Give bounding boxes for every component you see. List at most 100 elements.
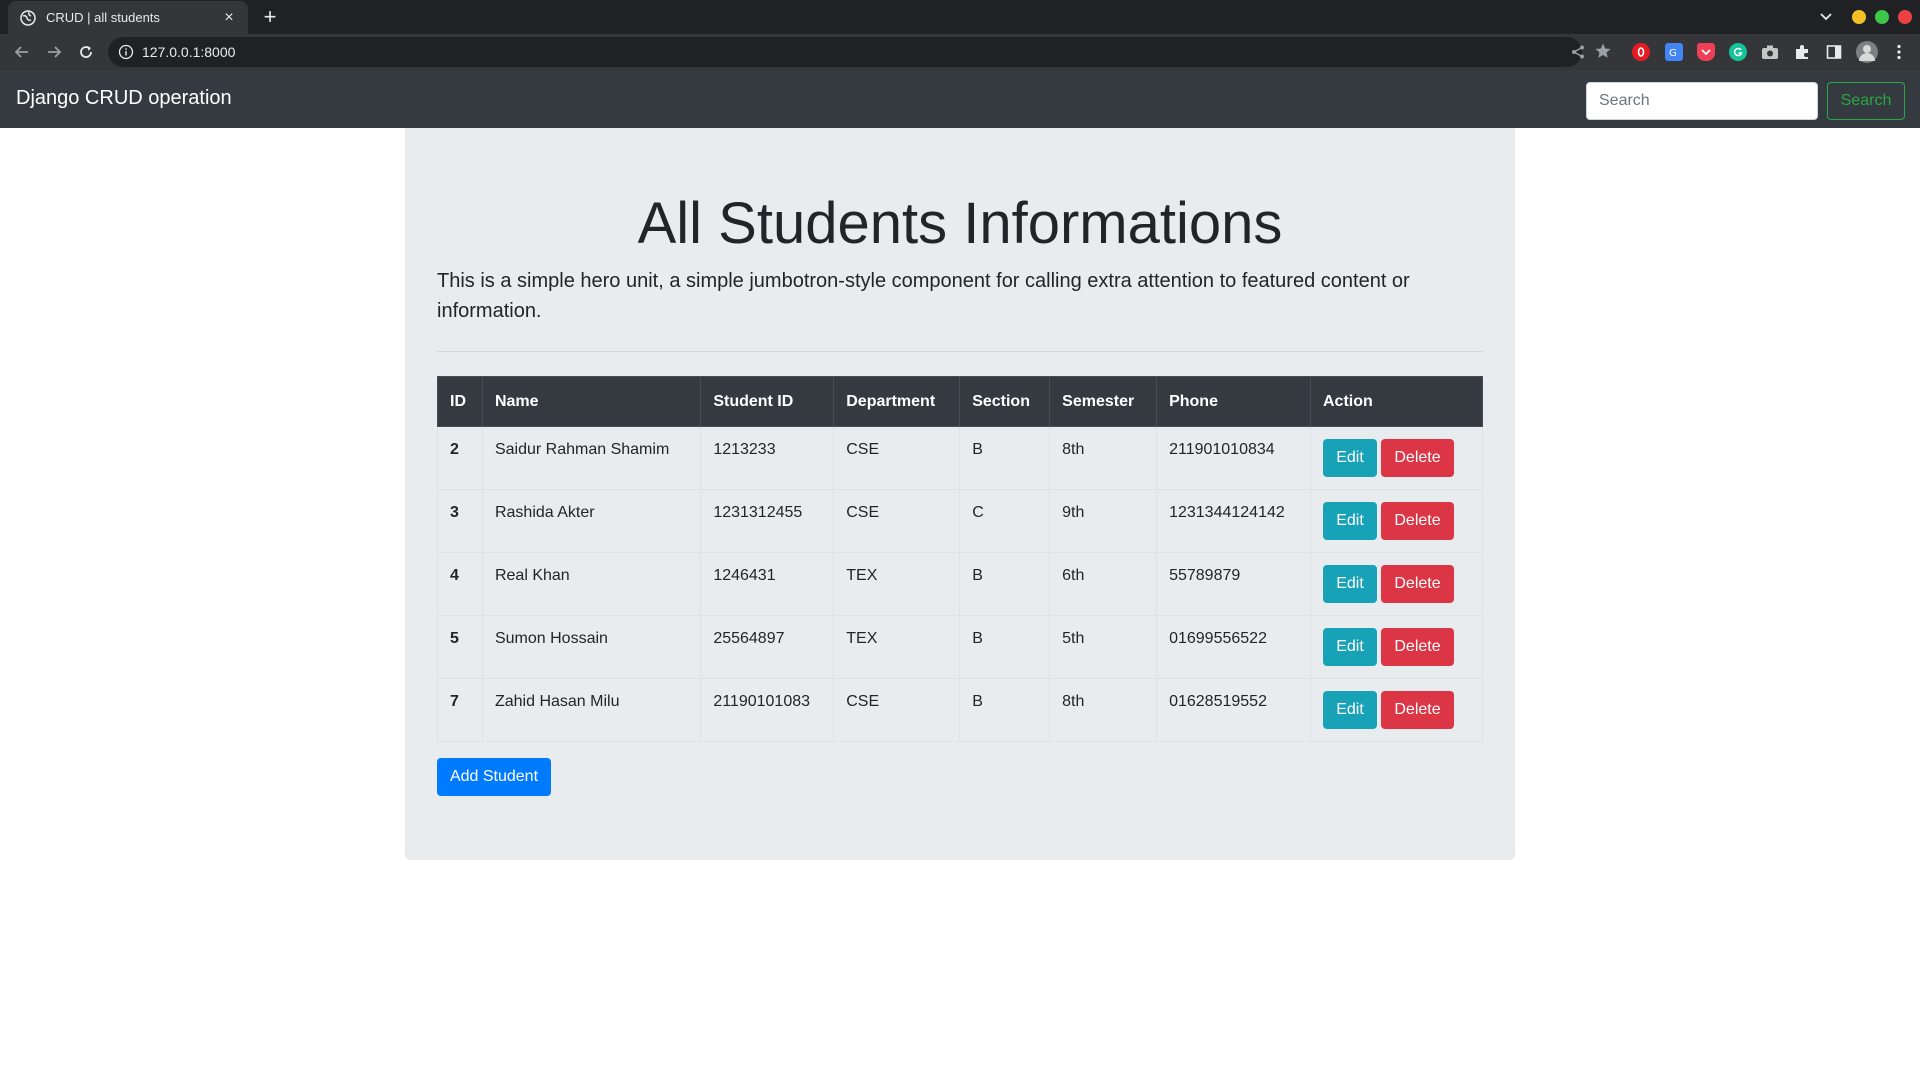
minimize-window-icon[interactable]: [1852, 10, 1866, 24]
profile-avatar-icon[interactable]: [1856, 41, 1878, 63]
back-arrow-icon[interactable]: [12, 42, 32, 62]
pocket-extension-icon[interactable]: [1697, 43, 1715, 61]
cell-department: CSE: [833, 489, 961, 553]
grammarly-extension-icon[interactable]: [1729, 43, 1747, 61]
cell-student-id: 1231312455: [700, 489, 835, 553]
jumbotron: All Students Informations This is a simp…: [405, 128, 1515, 860]
globe-icon: [20, 9, 36, 26]
cell-semester: 6th: [1049, 552, 1158, 616]
divider: [437, 351, 1483, 352]
cell-action: Edit Delete: [1310, 426, 1483, 490]
tab-title: CRUD | all students: [46, 10, 160, 25]
cell-department: CSE: [833, 678, 961, 742]
reload-icon[interactable]: [76, 42, 96, 62]
delete-button[interactable]: Delete: [1381, 565, 1454, 603]
delete-button[interactable]: Delete: [1381, 691, 1454, 729]
table-row: 4 Real Khan 1246431 TEX B 6th 55789879 E…: [437, 552, 1483, 616]
column-header-id: ID: [437, 376, 483, 427]
cell-action: Edit Delete: [1310, 678, 1483, 742]
address-bar[interactable]: 127.0.0.1:8000: [108, 37, 1584, 67]
cell-name: Rashida Akter: [481, 489, 702, 553]
column-header-semester: Semester: [1049, 376, 1158, 427]
column-header-action: Action: [1310, 376, 1483, 427]
cell-section: C: [959, 489, 1051, 553]
cell-phone: 01628519552: [1156, 678, 1311, 742]
close-window-icon[interactable]: [1898, 10, 1912, 24]
browser-tabstrip: CRUD | all students × +: [0, 0, 1920, 34]
cell-department: TEX: [833, 615, 961, 679]
maximize-window-icon[interactable]: [1875, 10, 1889, 24]
cell-phone: 01699556522: [1156, 615, 1311, 679]
cell-department: CSE: [833, 426, 961, 490]
cell-student-id: 1213233: [700, 426, 835, 490]
cell-section: B: [959, 678, 1051, 742]
cell-action: Edit Delete: [1310, 615, 1483, 679]
column-header-name: Name: [481, 376, 702, 427]
cell-id: 4: [437, 552, 483, 616]
cell-department: TEX: [833, 552, 961, 616]
side-panel-icon[interactable]: [1825, 43, 1843, 61]
column-header-phone: Phone: [1156, 376, 1311, 427]
edit-button[interactable]: Edit: [1323, 502, 1377, 540]
cell-phone: 211901010834: [1156, 426, 1311, 490]
cell-id: 7: [437, 678, 483, 742]
cell-section: B: [959, 426, 1051, 490]
students-table: ID Name Student ID Department Section Se…: [437, 376, 1483, 742]
new-tab-icon[interactable]: +: [258, 5, 282, 29]
opera-extension-icon[interactable]: [1632, 43, 1650, 61]
table-header-row: ID Name Student ID Department Section Se…: [437, 376, 1483, 427]
search-input[interactable]: [1586, 82, 1818, 120]
edit-button[interactable]: Edit: [1323, 691, 1377, 729]
table-row: 7 Zahid Hasan Milu 21190101083 CSE B 8th…: [437, 678, 1483, 742]
svg-text:G: G: [1669, 48, 1677, 58]
table-row: 3 Rashida Akter 1231312455 CSE C 9th 123…: [437, 489, 1483, 553]
page-title: All Students Informations: [637, 191, 1283, 256]
cell-semester: 5th: [1049, 615, 1158, 679]
cell-student-id: 25564897: [700, 615, 835, 679]
cell-semester: 9th: [1049, 489, 1158, 553]
translate-extension-icon[interactable]: G: [1665, 43, 1683, 61]
puzzle-extensions-icon[interactable]: [1793, 43, 1811, 61]
chevron-down-icon[interactable]: [1816, 8, 1836, 26]
cell-section: B: [959, 615, 1051, 679]
cell-id: 3: [437, 489, 483, 553]
cell-student-id: 21190101083: [700, 678, 835, 742]
edit-button[interactable]: Edit: [1323, 628, 1377, 666]
edit-button[interactable]: Edit: [1323, 439, 1377, 477]
camera-extension-icon[interactable]: [1761, 43, 1779, 61]
cell-student-id: 1246431: [700, 552, 835, 616]
cell-phone: 1231344124142: [1156, 489, 1311, 553]
close-tab-icon[interactable]: ×: [220, 9, 238, 27]
navbar-brand[interactable]: Django CRUD operation: [16, 87, 232, 110]
url-text: 127.0.0.1:8000: [142, 44, 236, 60]
browser-tab[interactable]: CRUD | all students ×: [8, 1, 248, 34]
forward-arrow-icon[interactable]: [44, 42, 64, 62]
cell-name: Zahid Hasan Milu: [481, 678, 702, 742]
cell-name: Real Khan: [481, 552, 702, 616]
cell-action: Edit Delete: [1310, 489, 1483, 553]
site-navbar: Django CRUD operation Search: [0, 70, 1920, 128]
lead-text: This is a simple hero unit, a simple jum…: [437, 270, 1410, 322]
share-icon[interactable]: [1570, 44, 1586, 60]
table-row: 2 Saidur Rahman Shamim 1213233 CSE B 8th…: [437, 426, 1483, 490]
table-row: 5 Sumon Hossain 25564897 TEX B 5th 01699…: [437, 615, 1483, 679]
cell-name: Saidur Rahman Shamim: [481, 426, 702, 490]
add-student-button[interactable]: Add Student: [437, 758, 551, 796]
column-header-student-id: Student ID: [700, 376, 835, 427]
cell-id: 2: [437, 426, 483, 490]
cell-action: Edit Delete: [1310, 552, 1483, 616]
edit-button[interactable]: Edit: [1323, 565, 1377, 603]
search-button[interactable]: Search: [1827, 82, 1905, 120]
cell-section: B: [959, 552, 1051, 616]
delete-button[interactable]: Delete: [1381, 628, 1454, 666]
delete-button[interactable]: Delete: [1381, 439, 1454, 477]
cell-name: Sumon Hossain: [481, 615, 702, 679]
star-icon[interactable]: [1594, 42, 1611, 58]
kebab-menu-icon[interactable]: [1890, 43, 1908, 61]
delete-button[interactable]: Delete: [1381, 502, 1454, 540]
cell-id: 5: [437, 615, 483, 679]
cell-semester: 8th: [1049, 678, 1158, 742]
column-header-section: Section: [959, 376, 1051, 427]
column-header-department: Department: [833, 376, 961, 427]
info-icon[interactable]: [118, 44, 134, 60]
